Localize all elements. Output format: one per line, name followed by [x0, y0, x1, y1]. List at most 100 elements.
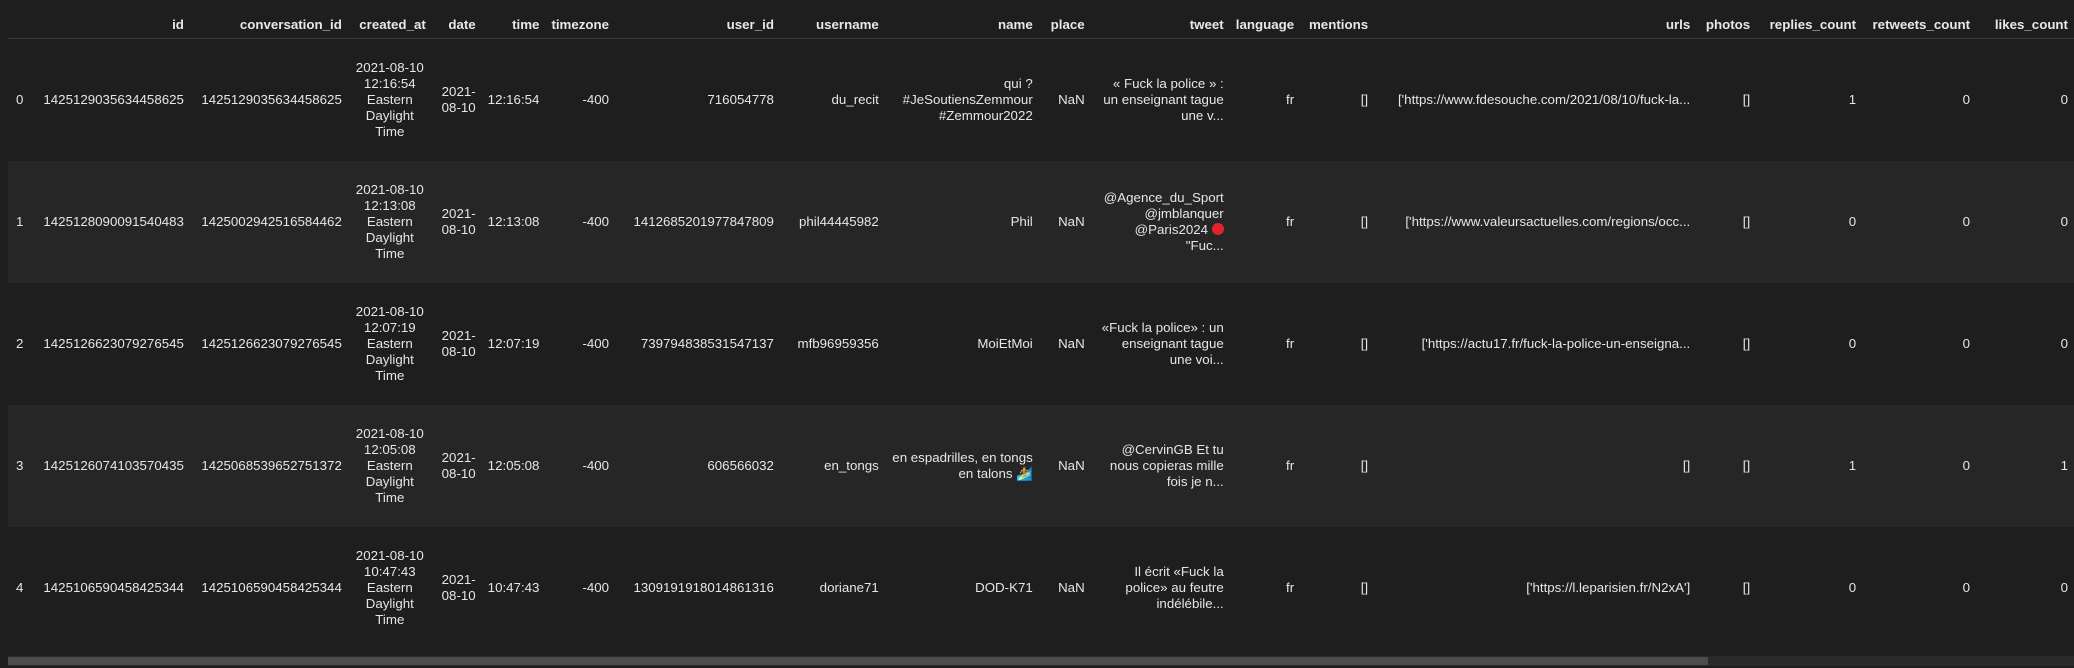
cell-place: NaN — [1058, 213, 1085, 229]
cell-tweet: «Fuck la police» : un enseignant tague u… — [1101, 319, 1224, 367]
cell-timezone: -400 — [582, 579, 610, 595]
table-row: 1 1425128090091540483 142500294251658446… — [8, 160, 2074, 283]
cell-place: NaN — [1058, 335, 1085, 351]
cell-user-id: 1412685201977847809 — [633, 213, 774, 229]
row-index: 3 — [16, 457, 24, 473]
column-header-timezone: timezone — [545, 12, 616, 39]
cell-retweets-count: 0 — [1962, 91, 1971, 107]
cell-mentions: [] — [1360, 579, 1369, 595]
column-header-conversation-id: conversation_id — [189, 12, 348, 39]
cell-tweet: @Agence_du_Sport @jmblanquer @Paris2024 … — [1091, 161, 1230, 283]
cell-username: en_tongs — [824, 457, 879, 473]
cell-time: 12:16:54 — [487, 91, 540, 107]
cell-mentions: [] — [1360, 213, 1369, 229]
column-header-mentions: mentions — [1300, 12, 1375, 39]
cell-place: NaN — [1058, 457, 1085, 473]
cell-timezone: -400 — [582, 457, 610, 473]
cell-timezone: -400 — [582, 91, 610, 107]
column-header-user-id: user_id — [615, 12, 780, 39]
cell-id: 1425106590458425344 — [43, 579, 184, 595]
cell-date: 2021-08-10 — [441, 205, 476, 237]
row-index: 1 — [16, 213, 24, 229]
row-index: 0 — [16, 91, 24, 107]
cell-photos: [] — [1742, 91, 1751, 107]
cell-replies-count: 1 — [1848, 457, 1857, 473]
cell-id: 1425126074103570435 — [43, 457, 184, 473]
cell-user-id: 1309191918014861316 — [633, 579, 774, 595]
cell-mentions: [] — [1360, 457, 1369, 473]
cell-urls: ['https://l.leparisien.fr/N2xA'] — [1526, 579, 1691, 595]
cell-conversation-id: 1425126623079276545 — [201, 335, 342, 351]
cell-timezone: -400 — [582, 213, 610, 229]
cell-urls: [] — [1682, 457, 1691, 473]
scrollbar-thumb[interactable] — [8, 657, 1708, 665]
cell-name: qui ? #JeSoutiensZemmour #Zemmour2022 — [902, 75, 1033, 123]
column-header-id: id — [29, 12, 190, 39]
cell-likes-count: 0 — [2060, 335, 2068, 351]
cell-id: 1425128090091540483 — [43, 213, 184, 229]
tweet-text-start: @Agence_du_Sport @jmblanquer @Paris2024 — [1103, 189, 1224, 237]
cell-username: phil44445982 — [798, 213, 879, 229]
column-header-photos: photos — [1696, 12, 1757, 39]
cell-retweets-count: 0 — [1962, 335, 1971, 351]
cell-retweets-count: 0 — [1962, 457, 1971, 473]
cell-language: fr — [1286, 457, 1295, 473]
cell-urls: ['https://www.valeursactuelles.com/regio… — [1405, 213, 1691, 229]
cell-place: NaN — [1058, 579, 1085, 595]
cell-username: du_recit — [831, 91, 879, 107]
tweet-text-end: "Fuc... — [1185, 237, 1224, 253]
cell-likes-count: 0 — [2060, 213, 2068, 229]
column-header-replies-count: replies_count — [1756, 12, 1863, 39]
cell-date: 2021-08-10 — [441, 327, 476, 359]
cell-language: fr — [1286, 213, 1295, 229]
cell-username: doriane71 — [819, 579, 879, 595]
column-header-urls: urls — [1374, 12, 1697, 39]
dataframe-output: id conversation_id created_at date time … — [8, 12, 2074, 652]
column-header-created-at: created_at — [347, 12, 432, 39]
cell-name: en espadrilles, en tongs en talons 🏄 — [892, 449, 1033, 481]
cell-conversation-id: 1425002942516584462 — [201, 213, 342, 229]
cell-created-at: 2021-08-10 12:16:54 Eastern Daylight Tim… — [355, 59, 424, 139]
cell-created-at: 2021-08-10 10:47:43 Eastern Daylight Tim… — [355, 547, 424, 627]
table-row: 2 1425126623079276545 142512662307927654… — [8, 282, 2074, 405]
cell-user-id: 716054778 — [707, 91, 774, 107]
cell-mentions: [] — [1360, 335, 1369, 351]
cell-date: 2021-08-10 — [441, 449, 476, 481]
header-row: id conversation_id created_at date time … — [8, 12, 2074, 39]
column-header-username: username — [779, 12, 885, 39]
cell-conversation-id: 1425106590458425344 — [201, 579, 342, 595]
cell-created-at: 2021-08-10 12:07:19 Eastern Daylight Tim… — [355, 303, 424, 383]
cell-date: 2021-08-10 — [441, 571, 476, 603]
cell-photos: [] — [1742, 335, 1751, 351]
cell-language: fr — [1286, 579, 1295, 595]
column-header-name: name — [884, 12, 1039, 39]
cell-name: MoiEtMoi — [977, 335, 1033, 351]
cell-photos: [] — [1742, 579, 1751, 595]
cell-retweets-count: 0 — [1962, 213, 1971, 229]
cell-tweet: Il écrit «Fuck la police» au feutre indé… — [1125, 563, 1224, 611]
horizontal-scrollbar[interactable] — [8, 656, 2074, 666]
cell-replies-count: 0 — [1848, 579, 1857, 595]
table-row: 4 1425106590458425344 142510659045842534… — [8, 526, 2074, 649]
cell-user-id: 739794838531547137 — [640, 335, 774, 351]
cell-id: 1425126623079276545 — [43, 335, 184, 351]
row-index: 4 — [16, 579, 24, 595]
cell-urls: ['https://actu17.fr/fuck-la-police-un-en… — [1421, 335, 1691, 351]
table-row: 0 1425129035634458625 142512903563445862… — [8, 38, 2074, 161]
cell-time: 10:47:43 — [487, 579, 540, 595]
cell-conversation-id: 1425068539652751372 — [201, 457, 342, 473]
column-header-tweet: tweet — [1090, 12, 1230, 39]
column-header-time: time — [481, 12, 546, 39]
cell-created-at: 2021-08-10 12:13:08 Eastern Daylight Tim… — [355, 181, 424, 261]
cell-likes-count: 0 — [2060, 91, 2068, 107]
row-index: 2 — [16, 335, 24, 351]
column-header-place: place — [1038, 12, 1091, 39]
cell-username: mfb96959356 — [797, 335, 879, 351]
column-header-likes-count: likes_count — [1976, 12, 2074, 39]
column-header-date: date — [431, 12, 482, 39]
cell-conversation-id: 1425129035634458625 — [201, 91, 342, 107]
cell-likes-count: 0 — [2060, 579, 2068, 595]
column-header-language: language — [1229, 12, 1301, 39]
table-row: 3 1425126074103570435 142506853965275137… — [8, 404, 2074, 527]
cell-retweets-count: 0 — [1962, 579, 1971, 595]
